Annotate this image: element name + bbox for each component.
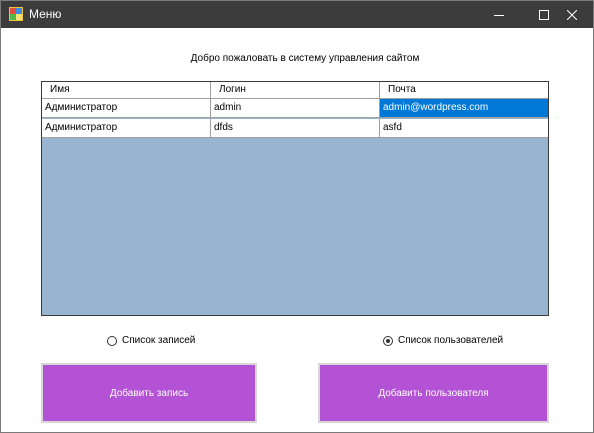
window-title: Меню bbox=[29, 7, 62, 21]
radio-users-list[interactable]: Список пользователей bbox=[383, 335, 503, 346]
radio-posts-label[interactable]: Список записей bbox=[122, 335, 195, 346]
table-cell[interactable]: asfd bbox=[380, 119, 548, 138]
radio-unchecked-icon[interactable] bbox=[107, 335, 117, 346]
users-data-grid[interactable]: Имя Логин Почта Администратор admin admi… bbox=[41, 81, 549, 316]
title-bar[interactable]: Меню bbox=[1, 1, 593, 28]
close-icon bbox=[566, 9, 577, 20]
column-header-name[interactable]: Имя bbox=[42, 82, 211, 98]
app-icon bbox=[9, 7, 23, 21]
radio-posts-list[interactable]: Список записей bbox=[107, 335, 195, 346]
minimize-button[interactable] bbox=[476, 1, 521, 28]
column-header-login[interactable]: Логин bbox=[211, 82, 380, 98]
add-record-button[interactable]: Добавить запись bbox=[41, 363, 257, 423]
grid-header: Имя Логин Почта bbox=[42, 82, 548, 99]
minimize-icon bbox=[493, 14, 504, 16]
table-cell[interactable]: admin bbox=[211, 99, 380, 118]
table-cell[interactable]: dfds bbox=[211, 119, 380, 138]
maximize-icon bbox=[538, 9, 549, 20]
radio-users-label[interactable]: Список пользователей bbox=[398, 335, 503, 346]
table-cell[interactable]: Администратор bbox=[42, 119, 211, 138]
close-button[interactable] bbox=[549, 1, 594, 28]
table-cell[interactable]: Администратор bbox=[42, 99, 211, 118]
welcome-label: Добро пожаловать в систему управления са… bbox=[190, 53, 420, 64]
main-window: Меню Добро пожаловать в систему управлен… bbox=[0, 0, 594, 433]
radio-checked-icon[interactable] bbox=[383, 335, 393, 346]
table-cell-selected[interactable]: admin@wordpress.com bbox=[380, 99, 548, 118]
column-header-email[interactable]: Почта bbox=[380, 82, 548, 98]
add-user-button[interactable]: Добавить пользователя bbox=[318, 363, 549, 423]
